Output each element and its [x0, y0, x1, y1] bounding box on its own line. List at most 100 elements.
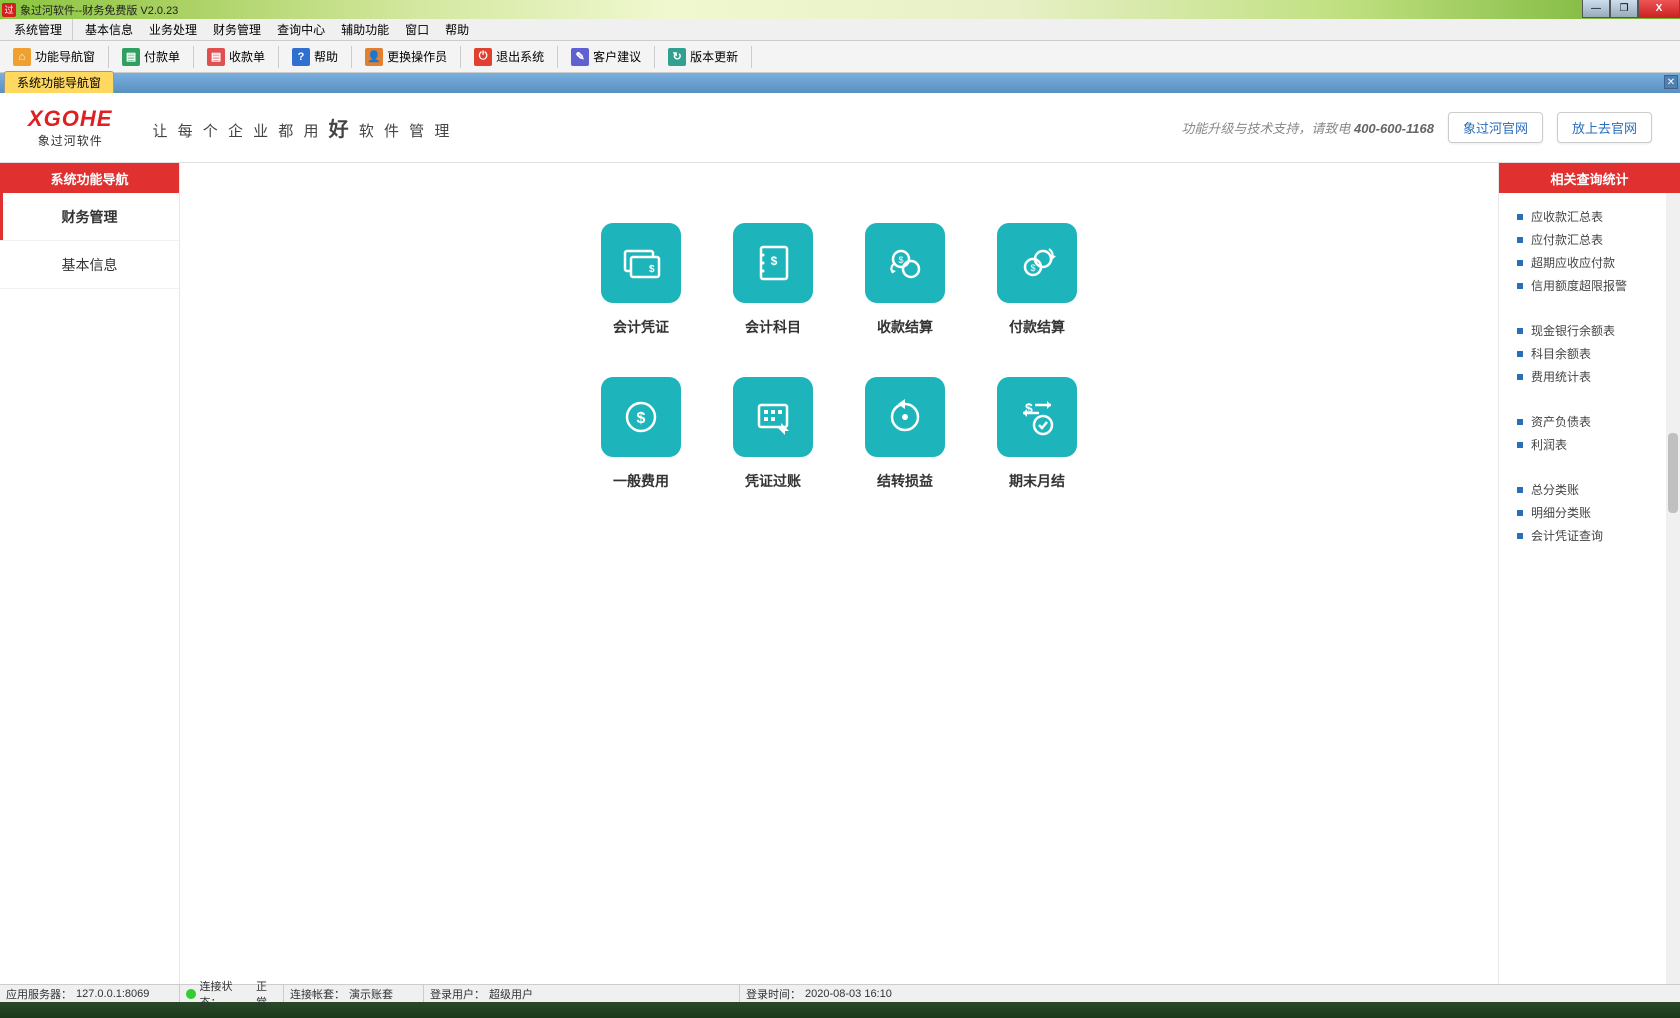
scrollbar-thumb[interactable] — [1668, 433, 1678, 513]
menu-5[interactable]: 辅助功能 — [333, 18, 397, 41]
menu-6[interactable]: 窗口 — [397, 18, 437, 41]
function-voucher[interactable]: 会计凭证 — [576, 223, 706, 337]
toolbar-label: 版本更新 — [690, 48, 738, 65]
support-text: 功能升级与技术支持，请致电 400-600-1168 — [1181, 118, 1434, 137]
toolbar-退出系统[interactable]: ⏻退出系统 — [465, 43, 553, 71]
function-label: 期末月结 — [1009, 471, 1065, 491]
toolbar-客户建议[interactable]: ✎客户建议 — [562, 43, 650, 71]
close-button[interactable]: X — [1638, 0, 1680, 18]
function-label: 结转损益 — [877, 471, 933, 491]
report-link[interactable]: 科目余额表 — [1517, 342, 1672, 365]
menu-2[interactable]: 业务处理 — [141, 18, 205, 41]
report-link[interactable]: 资产负债表 — [1517, 410, 1672, 433]
report-link[interactable]: 现金银行余额表 — [1517, 319, 1672, 342]
sidebar-item-0[interactable]: 财务管理 — [0, 193, 179, 241]
bullet-icon — [1517, 510, 1523, 516]
status-dot-icon — [186, 989, 196, 999]
user-icon: 👤 — [365, 48, 383, 66]
voucher-icon — [601, 223, 681, 303]
function-label: 付款结算 — [1009, 317, 1065, 337]
pay-icon — [997, 223, 1077, 303]
app-icon: 过 — [2, 3, 16, 17]
toolbar-收款单[interactable]: ▤收款单 — [198, 43, 274, 71]
function-post[interactable]: 凭证过账 — [708, 377, 838, 491]
receive-icon — [865, 223, 945, 303]
sidebar-item-1[interactable]: 基本信息 — [0, 241, 179, 289]
bullet-icon — [1517, 351, 1523, 357]
doc-icon: ▤ — [207, 48, 225, 66]
window-title: 象过河软件--财务免费版 V2.0.23 — [20, 2, 178, 18]
help-icon: ? — [292, 48, 310, 66]
toolbar-付款单[interactable]: ▤付款单 — [113, 43, 189, 71]
report-link[interactable]: 明细分类账 — [1517, 501, 1672, 524]
menu-1[interactable]: 基本信息 — [77, 18, 141, 41]
report-link[interactable]: 信用额度超限报警 — [1517, 274, 1672, 297]
right-scrollbar[interactable] — [1666, 193, 1680, 984]
report-link[interactable]: 总分类账 — [1517, 478, 1672, 501]
function-close[interactable]: 期末月结 — [972, 377, 1102, 491]
subject-icon — [733, 223, 813, 303]
menu-4[interactable]: 查询中心 — [269, 18, 333, 41]
expense-icon — [601, 377, 681, 457]
bullet-icon — [1517, 283, 1523, 289]
report-link[interactable]: 利润表 — [1517, 433, 1672, 456]
function-expense[interactable]: 一般费用 — [576, 377, 706, 491]
doc-icon: ▤ — [122, 48, 140, 66]
window-titlebar: 过 象过河软件--财务免费版 V2.0.23 — ❐ X — [0, 0, 1680, 19]
bullet-icon — [1517, 214, 1523, 220]
menubar: 系统管理基本信息业务处理财务管理查询中心辅助功能窗口帮助 — [0, 19, 1680, 41]
report-link[interactable]: 会计凭证查询 — [1517, 524, 1672, 547]
post-icon — [733, 377, 813, 457]
toolbar-label: 退出系统 — [496, 48, 544, 65]
brand-header: XGOHE 象过河软件 让 每 个 企 业 都 用 好 软 件 管 理 功能升级… — [0, 93, 1680, 163]
main-area: 系统功能导航 财务管理基本信息 会计凭证 会计科目收款结算 付款结算一般费用凭证过账… — [0, 163, 1680, 984]
upload-site-link[interactable]: 放上去官网 — [1557, 112, 1652, 143]
function-label: 会计凭证 — [613, 317, 669, 337]
bullet-icon — [1517, 533, 1523, 539]
toolbar-功能导航窗[interactable]: ⌂功能导航窗 — [4, 43, 104, 71]
left-sidebar: 系统功能导航 财务管理基本信息 — [0, 163, 180, 984]
toolbar-label: 付款单 — [144, 48, 180, 65]
toolbar-更换操作员[interactable]: 👤更换操作员 — [356, 43, 456, 71]
left-sidebar-header: 系统功能导航 — [0, 163, 179, 193]
menu-0[interactable]: 系统管理 — [6, 18, 73, 41]
function-subject[interactable]: 会计科目 — [708, 223, 838, 337]
exit-icon: ⏻ — [474, 48, 492, 66]
tab-close-icon[interactable]: ✕ — [1664, 75, 1678, 89]
function-label: 凭证过账 — [745, 471, 801, 491]
toolbar-label: 帮助 — [314, 48, 338, 65]
report-link[interactable]: 应收款汇总表 — [1517, 205, 1672, 228]
toolbar: ⌂功能导航窗▤付款单▤收款单?帮助👤更换操作员⏻退出系统✎客户建议↻版本更新 — [0, 41, 1680, 73]
minimize-button[interactable]: — — [1582, 0, 1610, 18]
menu-3[interactable]: 财务管理 — [205, 18, 269, 41]
carry-icon — [865, 377, 945, 457]
tab-nav-window[interactable]: 系统功能导航窗 — [4, 71, 114, 93]
logo-subtitle: 象过河软件 — [38, 132, 103, 149]
official-site-link[interactable]: 象过河官网 — [1448, 112, 1543, 143]
right-sidebar-header: 相关查询统计 — [1499, 163, 1680, 193]
function-carry[interactable]: 结转损益 — [840, 377, 970, 491]
toolbar-label: 收款单 — [229, 48, 265, 65]
toolbar-label: 客户建议 — [593, 48, 641, 65]
function-label: 收款结算 — [877, 317, 933, 337]
status-bar: 应用服务器：127.0.0.1:8069 连接状态：正常 连接帐套：演示账套 登… — [0, 984, 1680, 1002]
bullet-icon — [1517, 328, 1523, 334]
report-link[interactable]: 费用统计表 — [1517, 365, 1672, 388]
maximize-button[interactable]: ❐ — [1610, 0, 1638, 18]
menu-7[interactable]: 帮助 — [437, 18, 477, 41]
toolbar-帮助[interactable]: ?帮助 — [283, 43, 347, 71]
toolbar-版本更新[interactable]: ↻版本更新 — [659, 43, 747, 71]
bullet-icon — [1517, 374, 1523, 380]
logo: XGOHE 象过河软件 — [28, 106, 112, 149]
report-link[interactable]: 应付款汇总表 — [1517, 228, 1672, 251]
update-icon: ↻ — [668, 48, 686, 66]
function-pay[interactable]: 付款结算 — [972, 223, 1102, 337]
bullet-icon — [1517, 260, 1523, 266]
toolbar-label: 更换操作员 — [387, 48, 447, 65]
right-sidebar: 相关查询统计 应收款汇总表应付款汇总表超期应收应付款信用额度超限报警现金银行余额… — [1498, 163, 1680, 984]
bullet-icon — [1517, 487, 1523, 493]
bullet-icon — [1517, 442, 1523, 448]
tab-strip: 系统功能导航窗 ✕ — [0, 73, 1680, 93]
function-receive[interactable]: 收款结算 — [840, 223, 970, 337]
report-link[interactable]: 超期应收应付款 — [1517, 251, 1672, 274]
